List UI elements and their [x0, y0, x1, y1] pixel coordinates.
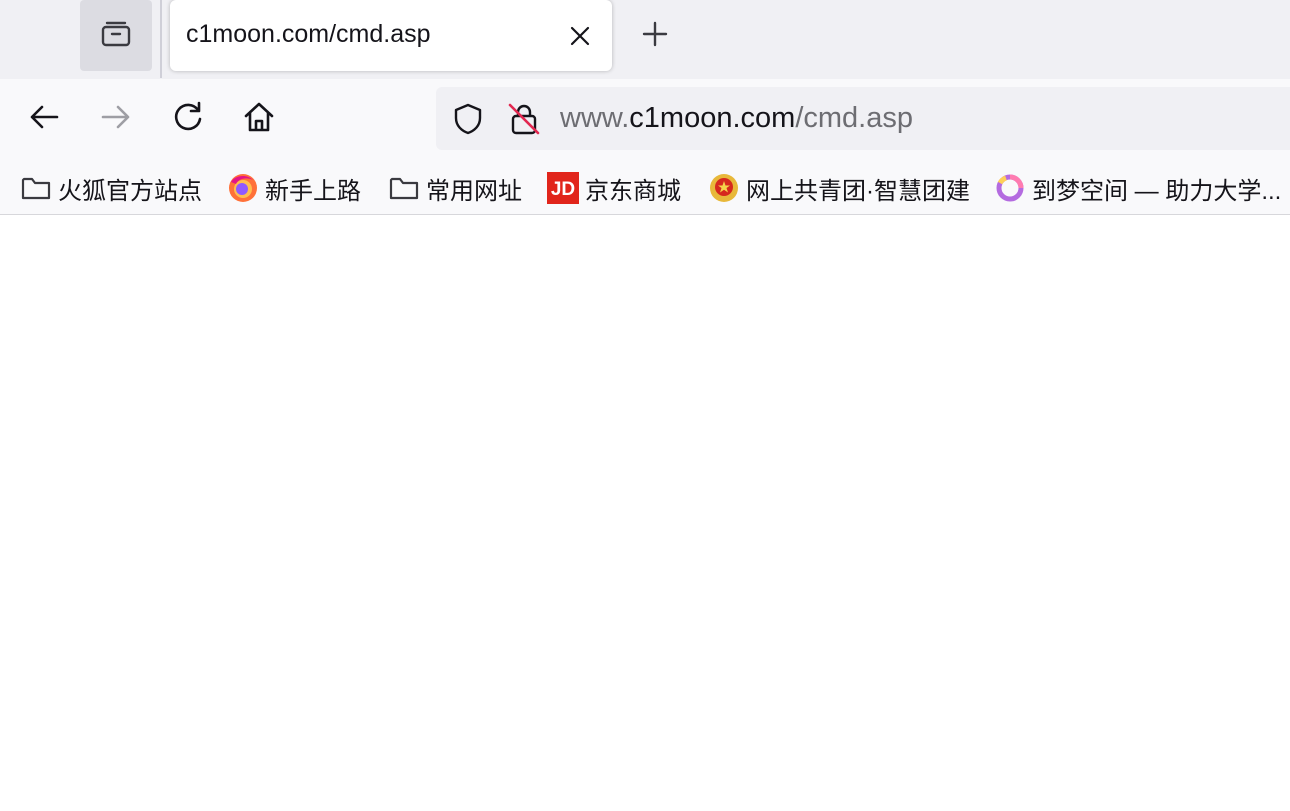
active-tab[interactable]: c1moon.com/cmd.asp [170, 0, 612, 71]
bookmark-dream-space[interactable]: 到梦空间 — 助力大学... [994, 171, 1281, 205]
reload-button[interactable] [166, 97, 210, 141]
plus-icon [641, 20, 669, 53]
bookmark-label: 网上共青团·智慧团建 [746, 177, 970, 205]
back-button[interactable] [22, 97, 66, 141]
jd-logo-icon: JD [547, 172, 579, 204]
tracking-shield-icon[interactable] [450, 101, 486, 137]
tab-strip: c1moon.com/cmd.asp [0, 0, 1290, 79]
url-path: /cmd.asp [795, 102, 913, 134]
bookmark-folder-common-sites[interactable]: 常用网址 [388, 171, 522, 205]
home-icon [242, 100, 276, 139]
tab-overview-button[interactable] [80, 0, 152, 71]
url-prefix: www. [560, 102, 630, 134]
jd-logo-text: JD [551, 179, 575, 200]
back-arrow-icon [27, 100, 61, 139]
close-icon[interactable] [564, 20, 596, 52]
folder-icon [388, 172, 420, 204]
bookmark-folder-firefox-official[interactable]: 火狐官方站点 [20, 171, 202, 205]
bookmark-label: 京东商城 [585, 177, 681, 205]
forward-arrow-icon [99, 100, 133, 139]
url-text[interactable]: www.c1moon.com/cmd.asp [560, 102, 913, 135]
bookmark-youth-league[interactable]: 网上共青团·智慧团建 [708, 171, 970, 205]
folder-icon [20, 172, 52, 204]
youth-league-icon [708, 172, 740, 204]
bookmarks-toolbar: 火狐官方站点 新手上路 常用网址 JD 京东商城 网上共青团·智慧团建 到梦空间… [0, 161, 1290, 215]
reload-icon [171, 100, 205, 139]
tab-separator [160, 0, 162, 78]
navigation-toolbar: www.c1moon.com/cmd.asp [0, 79, 1290, 161]
bookmark-label: 常用网址 [426, 177, 522, 205]
tab-title: c1moon.com/cmd.asp [186, 20, 431, 48]
url-bar[interactable]: www.c1moon.com/cmd.asp [436, 87, 1290, 150]
bookmark-label: 火狐官方站点 [58, 177, 202, 205]
url-host: c1moon.com [629, 102, 796, 134]
tab-overview-icon [99, 16, 133, 55]
insecure-lock-icon[interactable] [506, 101, 542, 137]
new-tab-button[interactable] [636, 17, 674, 55]
bookmark-label: 到梦空间 — 助力大学... [1032, 177, 1282, 205]
firefox-icon [227, 172, 259, 204]
bookmark-jd-mall[interactable]: JD 京东商城 [547, 171, 681, 205]
bookmark-getting-started[interactable]: 新手上路 [227, 171, 361, 205]
forward-button[interactable] [94, 97, 138, 141]
bookmark-label: 新手上路 [265, 177, 361, 205]
dream-space-icon [994, 172, 1026, 204]
home-button[interactable] [237, 97, 281, 141]
page-content [0, 216, 1290, 811]
